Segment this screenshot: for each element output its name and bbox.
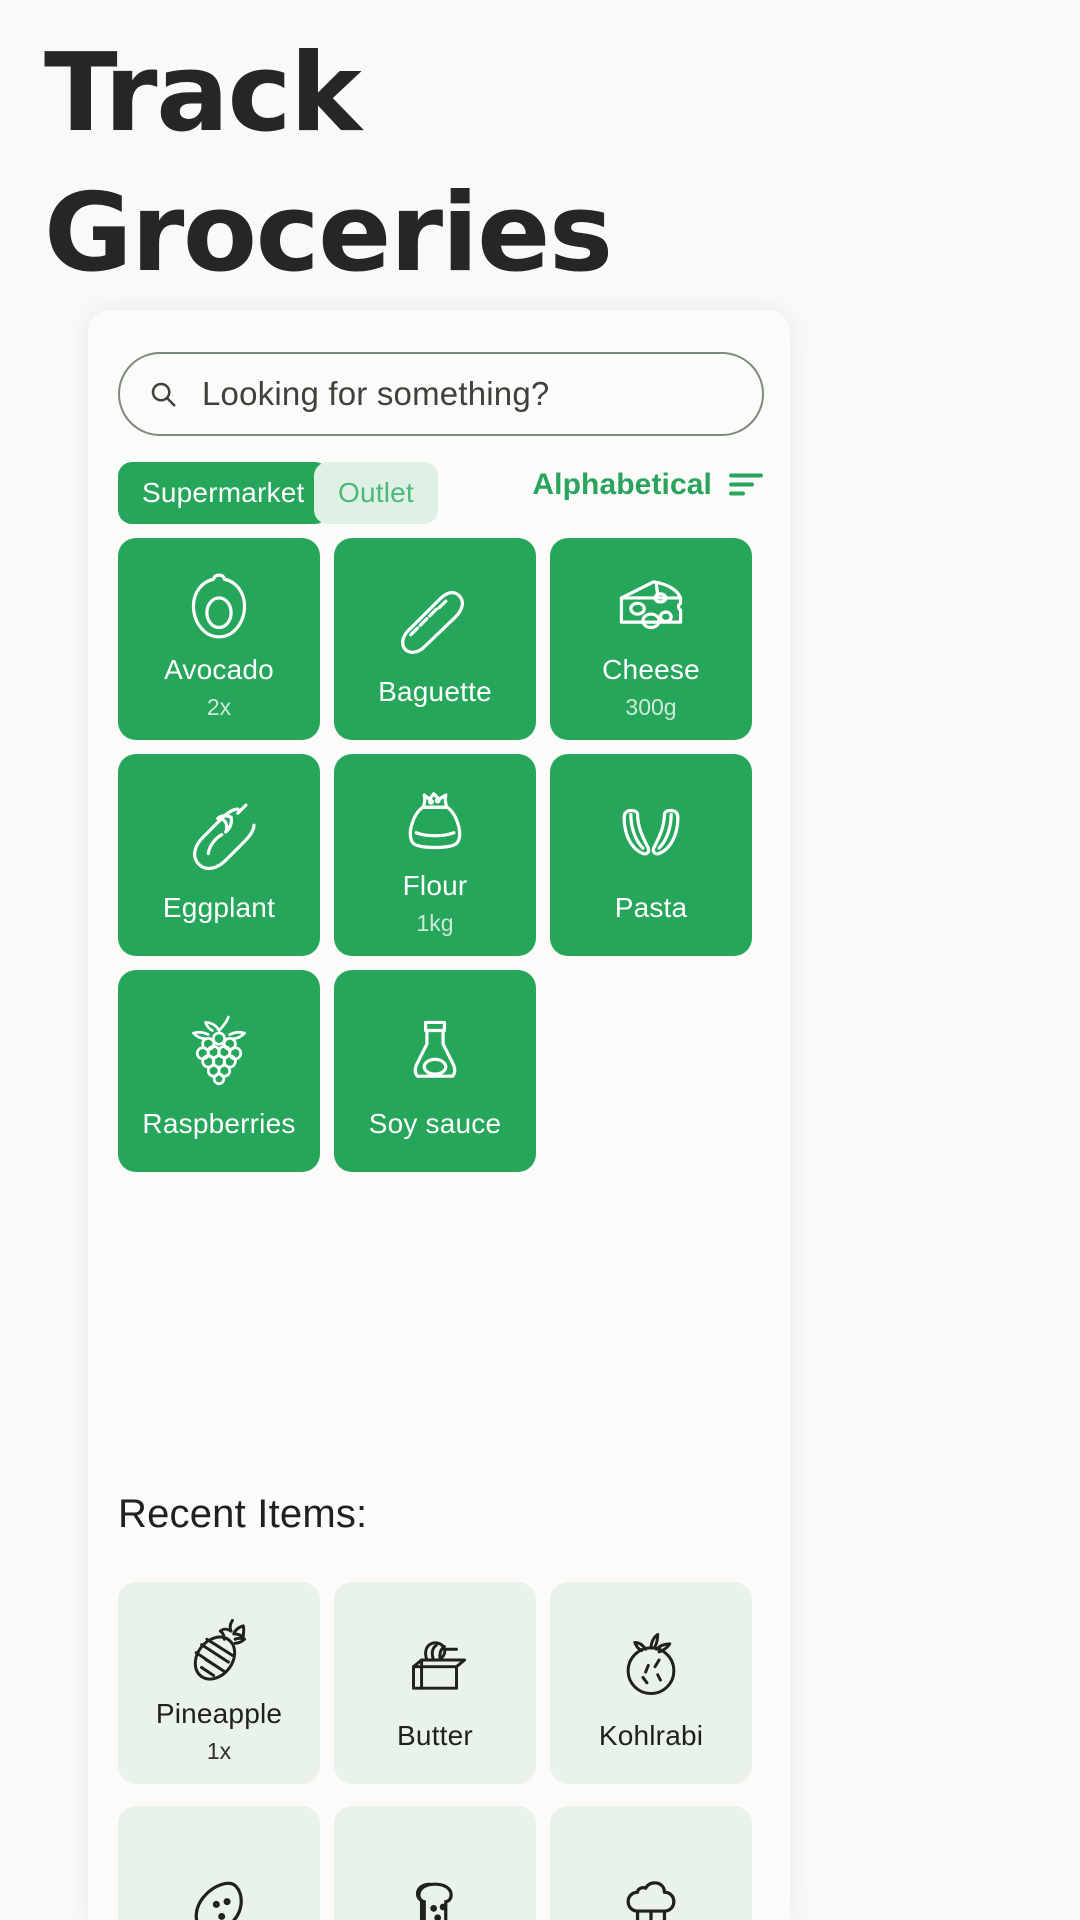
grocery-card-avocado[interactable]: Avocado 2x xyxy=(118,538,320,740)
recent-items-grid-partial xyxy=(118,1806,764,1920)
flour-sack-icon xyxy=(392,779,478,865)
card-label: Soy sauce xyxy=(368,1107,502,1139)
recent-card-butter[interactable]: Butter xyxy=(334,1582,536,1784)
search-input[interactable]: Looking for something? xyxy=(202,375,549,413)
card-label: Cheese xyxy=(602,654,700,686)
butter-icon xyxy=(392,1621,478,1707)
filter-chip-supermarket[interactable]: Supermarket xyxy=(118,462,329,524)
raspberry-icon xyxy=(176,1009,262,1095)
card-label: Baguette xyxy=(378,675,492,707)
grocery-card-pasta[interactable]: Pasta xyxy=(550,754,752,956)
cheese-icon xyxy=(608,563,694,649)
bread-slices-icon xyxy=(392,1860,478,1920)
card-quantity: 2x xyxy=(206,693,232,720)
card-label: Avocado xyxy=(164,654,274,686)
card-label: Kohlrabi xyxy=(598,1719,704,1751)
recent-card-cauliflower[interactable] xyxy=(550,1806,752,1920)
recent-card-bread-slices[interactable] xyxy=(334,1806,536,1920)
recent-card-pineapple[interactable]: Pineapple 1x xyxy=(118,1582,320,1784)
soy-sauce-bottle-icon xyxy=(392,1009,478,1095)
pasta-icon xyxy=(608,793,694,879)
grocery-card-raspberries[interactable]: Raspberries xyxy=(118,970,320,1172)
search-icon xyxy=(148,379,178,409)
recent-card-kohlrabi[interactable]: Kohlrabi xyxy=(550,1582,752,1784)
card-quantity: 300g xyxy=(625,693,677,720)
card-label: Raspberries xyxy=(142,1107,296,1139)
content-panel: Looking for something? Supermarket Outle… xyxy=(88,310,790,1920)
avocado-icon xyxy=(176,563,262,649)
card-label: Pasta xyxy=(614,891,688,923)
card-quantity: 1x xyxy=(206,1737,232,1764)
potato-icon xyxy=(176,1860,262,1920)
grocery-card-eggplant[interactable]: Eggplant xyxy=(118,754,320,956)
grocery-card-baguette[interactable]: Baguette xyxy=(334,538,536,740)
page-title: Track Groceries xyxy=(44,24,804,305)
eggplant-icon xyxy=(176,793,262,879)
page-title-line-2: Groceries xyxy=(44,171,613,297)
grocery-card-cheese[interactable]: Cheese 300g xyxy=(550,538,752,740)
sort-label: Alphabetical xyxy=(532,468,712,501)
sort-control[interactable]: Alphabetical xyxy=(532,468,764,502)
grocery-grid: Avocado 2x Baguette Cheese 300g Eggplant… xyxy=(118,538,764,1172)
grocery-card-soy-sauce[interactable]: Soy sauce xyxy=(334,970,536,1172)
recent-items-grid: Pineapple 1x Butter Kohlrabi xyxy=(118,1582,764,1784)
card-quantity: 1kg xyxy=(416,909,454,936)
recent-card-potato[interactable] xyxy=(118,1806,320,1920)
search-bar[interactable]: Looking for something? xyxy=(118,352,764,436)
grocery-card-flour[interactable]: Flour 1kg xyxy=(334,754,536,956)
kohlrabi-icon xyxy=(608,1621,694,1707)
filter-chip-outlet[interactable]: Outlet xyxy=(314,462,438,524)
baguette-icon xyxy=(392,577,478,663)
card-label: Pineapple xyxy=(155,1698,283,1730)
cauliflower-icon xyxy=(608,1860,694,1920)
recent-items-heading: Recent Items: xyxy=(118,1492,368,1536)
pineapple-icon xyxy=(176,1607,262,1693)
page-title-line-1: Track xyxy=(44,31,362,156)
card-label: Flour xyxy=(402,870,468,902)
sort-descending-icon xyxy=(728,471,764,499)
card-label: Eggplant xyxy=(162,891,276,923)
filter-row: Supermarket Outlet Alphabetical xyxy=(118,462,764,524)
card-label: Butter xyxy=(397,1719,473,1751)
